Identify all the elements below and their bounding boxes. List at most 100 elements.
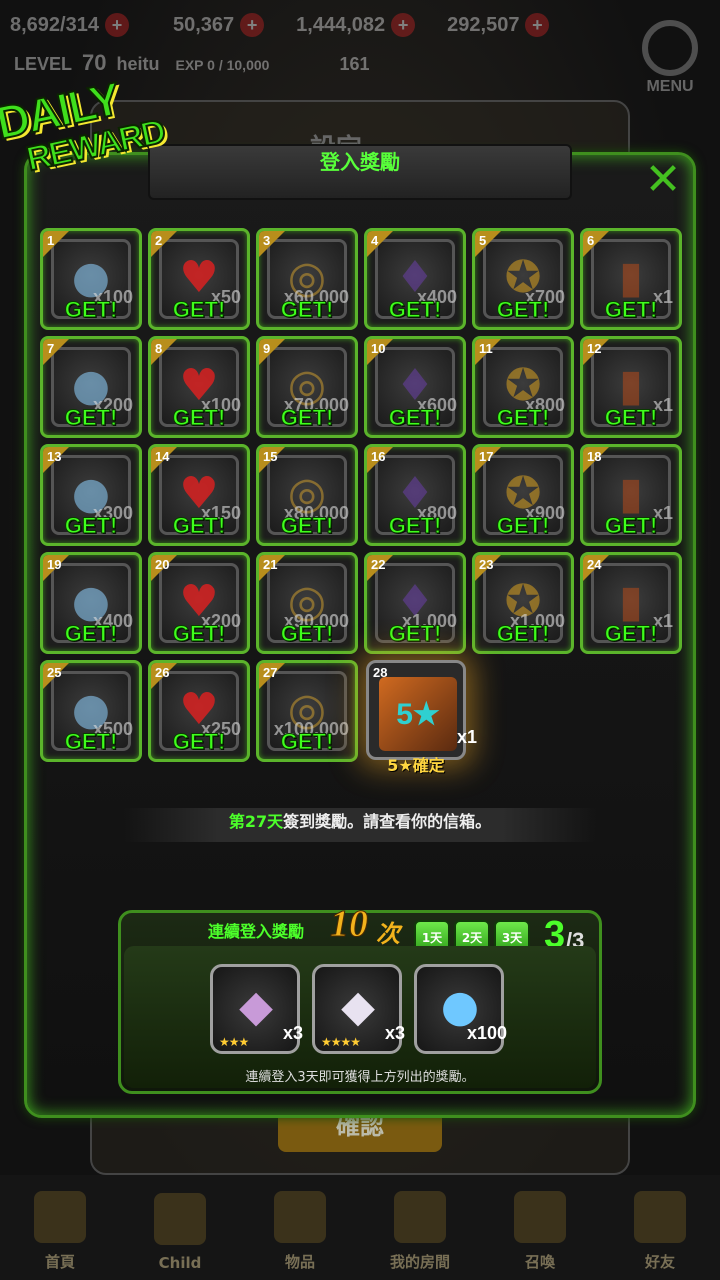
reward-day-cell[interactable]: 24 ▮ x1 GET! [580,552,682,654]
claimed-label: GET! [280,621,334,647]
reward-day-cell[interactable]: 6 ▮ x1 GET! [580,228,682,330]
day-number: 27 [263,665,278,680]
claimed-label: GET! [172,405,226,431]
day-number: 21 [263,557,278,572]
shield-icon [634,1191,686,1243]
reward-day-cell[interactable]: 13 ● x300 GET! [40,444,142,546]
rarity-stars: ★★★★ [321,1035,361,1049]
day-number: 23 [479,557,494,572]
nav-friends[interactable]: 好友 [605,1191,715,1272]
day-number: 13 [47,449,62,464]
reward-day-cell[interactable]: 7 ● x200 GET! [40,336,142,438]
stamina-value: 161 [339,54,370,74]
menu-button[interactable]: MENU [638,20,702,110]
day-number: 16 [371,449,386,464]
claimed-label: GET! [496,405,550,431]
reward-day-cell[interactable]: 2 ♥ x50 GET! [148,228,250,330]
reward-day-cell[interactable]: 15 ◎ x80,000 GET! [256,444,358,546]
consecutive-title: 連續登入獎勵 [208,922,305,941]
level-label: LEVEL [14,54,73,74]
plus-icon: + [240,13,265,37]
reward-day-cell[interactable]: 11 ✪ x800 GET! [472,336,574,438]
claimed-label: GET! [172,513,226,539]
nav-items[interactable]: 物品 [245,1191,355,1272]
reward-day-cell[interactable]: 3 ◎ x60,000 GET! [256,228,358,330]
reward-day-cell[interactable]: 22 ♦ x1,000 GET! [364,552,466,654]
rarity-stars: ★★★ [219,1035,249,1049]
close-button[interactable]: ✕ [640,158,686,204]
plus-icon: + [525,13,550,37]
nav-home[interactable]: 首頁 [5,1191,115,1272]
day-number: 6 [587,233,595,248]
reward-day-cell[interactable]: 23 ✪ x1,000 GET! [472,552,574,654]
white-diamond-icon: ◆ [341,980,375,1032]
gear-icon [642,20,698,76]
reward-quantity: x1 [456,727,477,747]
crown-icon [394,1191,446,1243]
nav-my-room[interactable]: 我的房間 [365,1191,475,1272]
reward-day-cell[interactable]: 4 ♦ x400 GET! [364,228,466,330]
reward-day-cell[interactable]: 25 ● x500 GET! [40,660,142,762]
reward-day-cell[interactable]: 17 ✪ x900 GET! [472,444,574,546]
reward-day-cell[interactable]: 9 ◎ x70,000 GET! [256,336,358,438]
ticket-icon: ▮ [618,359,644,411]
day-number: 7 [47,341,55,356]
today-reward-cell[interactable]: 28 5★ x1 [366,660,477,760]
day-number: 1 [47,233,55,248]
consecutive-unit: 次 [376,920,400,948]
reward-day-cell[interactable]: 12 ▮ x1 GET! [580,336,682,438]
reward-day-cell[interactable]: 18 ▮ x1 GET! [580,444,682,546]
claimed-label: GET! [604,297,658,323]
claimed-label: GET! [64,405,118,431]
claimed-label: GET! [280,297,334,323]
day-number: 11 [479,341,493,356]
claimed-label: GET! [172,621,226,647]
day-number: 20 [155,557,170,572]
reward-day-cell[interactable]: 14 ♥ x150 GET! [148,444,250,546]
reward-day-cell[interactable]: 21 ◎ x90,000 GET! [256,552,358,654]
day-number: 9 [263,341,271,356]
reward-day-cell[interactable]: 26 ♥ x250 GET! [148,660,250,762]
claimed-label: GET! [604,513,658,539]
reward-day-cell[interactable]: 20 ♥ x200 GET! [148,552,250,654]
day-number: 26 [155,665,170,680]
day-number: 10 [371,341,386,356]
reward-grid: 1 ● x100 GET! 2 ♥ x50 GET! 3 ◎ x60,000 GET! 4 ♦ x400 GE… [40,228,684,768]
reward-day-cell[interactable]: 5 ✪ x700 GET! [472,228,574,330]
reward-day-cell[interactable]: 16 ♦ x800 GET! [364,444,466,546]
reward-day-cell[interactable]: 10 ♦ x600 GET! [364,336,466,438]
level-value: 70 [82,50,107,75]
summon-icon [514,1191,566,1243]
day-number: 5 [479,233,487,248]
message-text: 簽到獎勵。請查看你的信箱。 [283,812,492,831]
consecutive-note: 連續登入3天即可獲得上方列出的獎勵。 [245,1070,475,1085]
reward-quantity: x3 [282,1023,303,1043]
reward-quantity: x100 [466,1023,507,1043]
day-number: 2 [155,233,163,248]
claimed-label: GET! [172,297,226,323]
day-number: 19 [47,557,62,572]
reward-day-cell[interactable]: 1 ● x100 GET! [40,228,142,330]
day-number: 12 [587,341,602,356]
reward-day-cell[interactable]: 27 ◎ x100,000 GET! [256,660,358,762]
bottom-nav: 首頁 Child 物品 我的房間 召喚 好友 [0,1175,720,1280]
claimed-label: GET! [280,513,334,539]
today-reward-label: 5★確定 [387,756,445,775]
consecutive-reward-1: ◆ ★★★ x3 [210,964,303,1054]
consecutive-count: 10 [330,903,369,946]
day-number: 4 [371,233,379,248]
resource-3: 1,444,082 + [296,13,416,37]
summon-ticket-icon: 5★ [379,677,457,751]
claimed-label: GET! [172,729,226,755]
reward-day-cell[interactable]: 8 ♥ x100 GET! [148,336,250,438]
modal-title: 登入獎勵 [148,144,572,200]
level-row: LEVEL 70 heitu EXP 0 / 10,000 161 [14,50,369,76]
flame-icon [154,1193,206,1245]
nav-child[interactable]: Child [125,1193,235,1272]
nav-summon[interactable]: 召喚 [485,1191,595,1272]
close-icon: ✕ [644,154,682,205]
reward-day-cell[interactable]: 19 ● x400 GET! [40,552,142,654]
claimed-label: GET! [496,621,550,647]
day-number: 17 [479,449,494,464]
resource-4: 292,507 + [447,13,550,37]
